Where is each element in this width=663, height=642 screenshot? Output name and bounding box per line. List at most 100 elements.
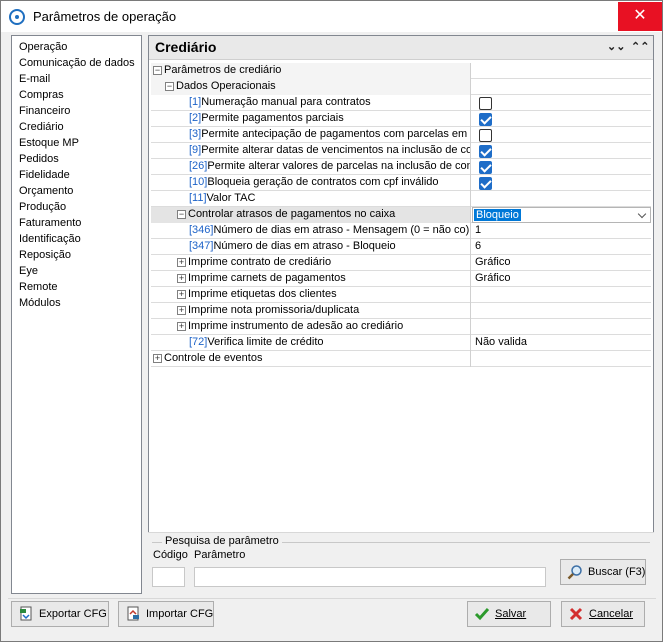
parameter-value-cell — [472, 79, 651, 95]
parameter-label: Dados Operacionais — [176, 80, 276, 92]
grid-row[interactable]: + Imprime instrumento de adesão ao crediá… — [151, 319, 651, 335]
footer-separator — [8, 598, 656, 599]
parameter-code: [26] — [189, 160, 208, 172]
parameter-value-cell[interactable]: 1 — [472, 223, 651, 239]
save-label: Salvar — [495, 608, 527, 620]
parameter-label: Permite alterar datas de vencimentos na … — [201, 144, 471, 156]
grid-row[interactable]: [10]Bloqueia geração de contratos com cp… — [151, 175, 651, 191]
close-icon: ✕ — [633, 7, 647, 24]
category-item[interactable]: Fidelidade — [19, 167, 141, 183]
parameter-label: Número de dias em atraso - Bloqueio — [213, 240, 396, 252]
category-item[interactable]: Pedidos — [19, 151, 141, 167]
expand-node-icon[interactable]: + — [177, 322, 186, 331]
parameter-value-cell[interactable] — [472, 191, 651, 207]
export-cfg-button[interactable]: Exportar CFG — [11, 601, 109, 627]
parameter-code: [10] — [189, 176, 208, 188]
parameter-input[interactable] — [194, 567, 546, 587]
category-item[interactable]: Eye — [19, 263, 141, 279]
settings-panel: Crediário ⌄⌄ ⌃⌃ − Parâmetros de crediário… — [148, 35, 654, 594]
grid-row[interactable]: − Dados Operacionais — [151, 79, 651, 95]
parameter-name-cell: − Dados Operacionais — [151, 79, 471, 95]
grid-row[interactable]: − Controlar atrasos de pagamentos no caix… — [151, 207, 651, 223]
expand-node-icon[interactable]: + — [153, 354, 162, 363]
grid-row[interactable]: + Imprime contrato de crediário Gráfico — [151, 255, 651, 271]
grid-row[interactable]: + Imprime carnets de pagamentos Gráfico — [151, 271, 651, 287]
parameter-label: Bloqueia geração de contratos com cpf in… — [207, 176, 439, 188]
category-item[interactable]: E-mail — [19, 71, 141, 87]
grid-row[interactable]: [2]Permite pagamentos parciais — [151, 111, 651, 127]
collapse-node-icon[interactable]: − — [153, 66, 162, 75]
parameter-name-cell: [11]Valor TAC — [151, 191, 471, 207]
parameter-name-cell: [3]Permite antecipação de pagamentos com… — [151, 127, 471, 143]
parameter-code: [347] — [189, 240, 214, 252]
grid-row[interactable]: + Controle de eventos — [151, 351, 651, 367]
category-item[interactable]: Operação — [19, 39, 141, 55]
parameter-checkbox[interactable] — [479, 113, 492, 126]
grid-row[interactable]: + Imprime etiquetas dos clientes — [151, 287, 651, 303]
parameter-value-cell[interactable]: Não valida — [472, 335, 651, 351]
parameter-name-cell: [9]Permite alterar datas de vencimentos … — [151, 143, 471, 159]
grid-row[interactable]: [9]Permite alterar datas de vencimentos … — [151, 143, 651, 159]
category-item[interactable]: Reposição — [19, 247, 141, 263]
parameter-name-cell: [347]Número de dias em atraso - Bloqueio — [151, 239, 471, 255]
category-item[interactable]: Orçamento — [19, 183, 141, 199]
parameter-checkbox[interactable] — [479, 129, 492, 142]
parameter-label: Valor TAC — [206, 192, 256, 204]
grid-row[interactable]: − Parâmetros de crediário — [151, 63, 651, 79]
category-item[interactable]: Produção — [19, 199, 141, 215]
search-button[interactable]: Buscar (F3) — [560, 559, 646, 585]
parameter-checkbox[interactable] — [479, 161, 492, 174]
parameter-checkbox[interactable] — [479, 97, 492, 110]
grid-row[interactable]: [1]Numeração manual para contratos — [151, 95, 651, 111]
grid-row[interactable]: [26]Permite alterar valores de parcelas … — [151, 159, 651, 175]
close-button[interactable]: ✕ — [618, 2, 662, 31]
expand-all-icon[interactable]: ⌃⌃ — [631, 39, 649, 55]
parameter-value-cell[interactable] — [472, 351, 651, 367]
category-item[interactable]: Estoque MP — [19, 135, 141, 151]
expand-node-icon[interactable]: + — [177, 290, 186, 299]
panel-header: Crediário ⌄⌄ ⌃⌃ — [149, 36, 653, 60]
grid-row[interactable]: [3]Permite antecipação de pagamentos com… — [151, 127, 651, 143]
code-input[interactable] — [152, 567, 185, 587]
grid-row[interactable]: [346]Número de dias em atraso - Mensagem… — [151, 223, 651, 239]
category-item[interactable]: Comunicação de dados — [19, 55, 141, 71]
chevron-down-icon[interactable] — [637, 209, 647, 219]
expand-node-icon[interactable]: + — [177, 306, 186, 315]
parameter-value-cell[interactable] — [472, 319, 651, 335]
parameter-value-cell[interactable] — [472, 303, 651, 319]
parameter-value-cell[interactable] — [472, 287, 651, 303]
parameter-checkbox[interactable] — [479, 145, 492, 158]
grid-row[interactable]: [72]Verifica limite de crédito Não valida — [151, 335, 651, 351]
category-item[interactable]: Módulos — [19, 295, 141, 311]
parameter-value-cell[interactable]: Gráfico — [472, 255, 651, 271]
parameter-value-cell[interactable]: 6 — [472, 239, 651, 255]
grid-row[interactable]: [11]Valor TAC — [151, 191, 651, 207]
import-cfg-button[interactable]: Importar CFG — [118, 601, 214, 627]
expand-node-icon[interactable]: + — [177, 258, 186, 267]
category-item[interactable]: Remote — [19, 279, 141, 295]
grid-row[interactable]: + Imprime nota promissoria/duplicata — [151, 303, 651, 319]
parameter-name-cell: + Imprime nota promissoria/duplicata — [151, 303, 471, 319]
grid-row[interactable]: [347]Número de dias em atraso - Bloqueio… — [151, 239, 651, 255]
cancel-button[interactable]: Cancelar — [561, 601, 645, 627]
collapse-all-icon[interactable]: ⌄⌄ — [607, 39, 625, 55]
parameter-dropdown[interactable]: Bloqueio — [472, 207, 651, 223]
collapse-node-icon[interactable]: − — [165, 82, 174, 91]
category-item[interactable]: Financeiro — [19, 103, 141, 119]
parameter-label: Imprime carnets de pagamentos — [188, 272, 346, 284]
save-button[interactable]: Salvar — [467, 601, 551, 627]
search-area: Pesquisa de parâmetro Código Parâmetro B… — [148, 532, 654, 594]
collapse-node-icon[interactable]: − — [177, 210, 186, 219]
import-cfg-label: Importar CFG — [146, 608, 214, 620]
parameter-label: Controlar atrasos de pagamentos no caixa — [188, 208, 396, 220]
parameter-checkbox[interactable] — [479, 177, 492, 190]
export-cfg-label: Exportar CFG — [39, 608, 107, 620]
expand-node-icon[interactable]: + — [177, 274, 186, 283]
category-item[interactable]: Faturamento — [19, 215, 141, 231]
parameter-value-cell[interactable]: Gráfico — [472, 271, 651, 287]
category-item[interactable]: Crediário — [19, 119, 141, 135]
parameter-code: [1] — [189, 96, 202, 108]
category-list[interactable]: Operação Comunicação de dados E-mail Compra… — [11, 35, 142, 594]
category-item[interactable]: Compras — [19, 87, 141, 103]
category-item[interactable]: Identificação — [19, 231, 141, 247]
